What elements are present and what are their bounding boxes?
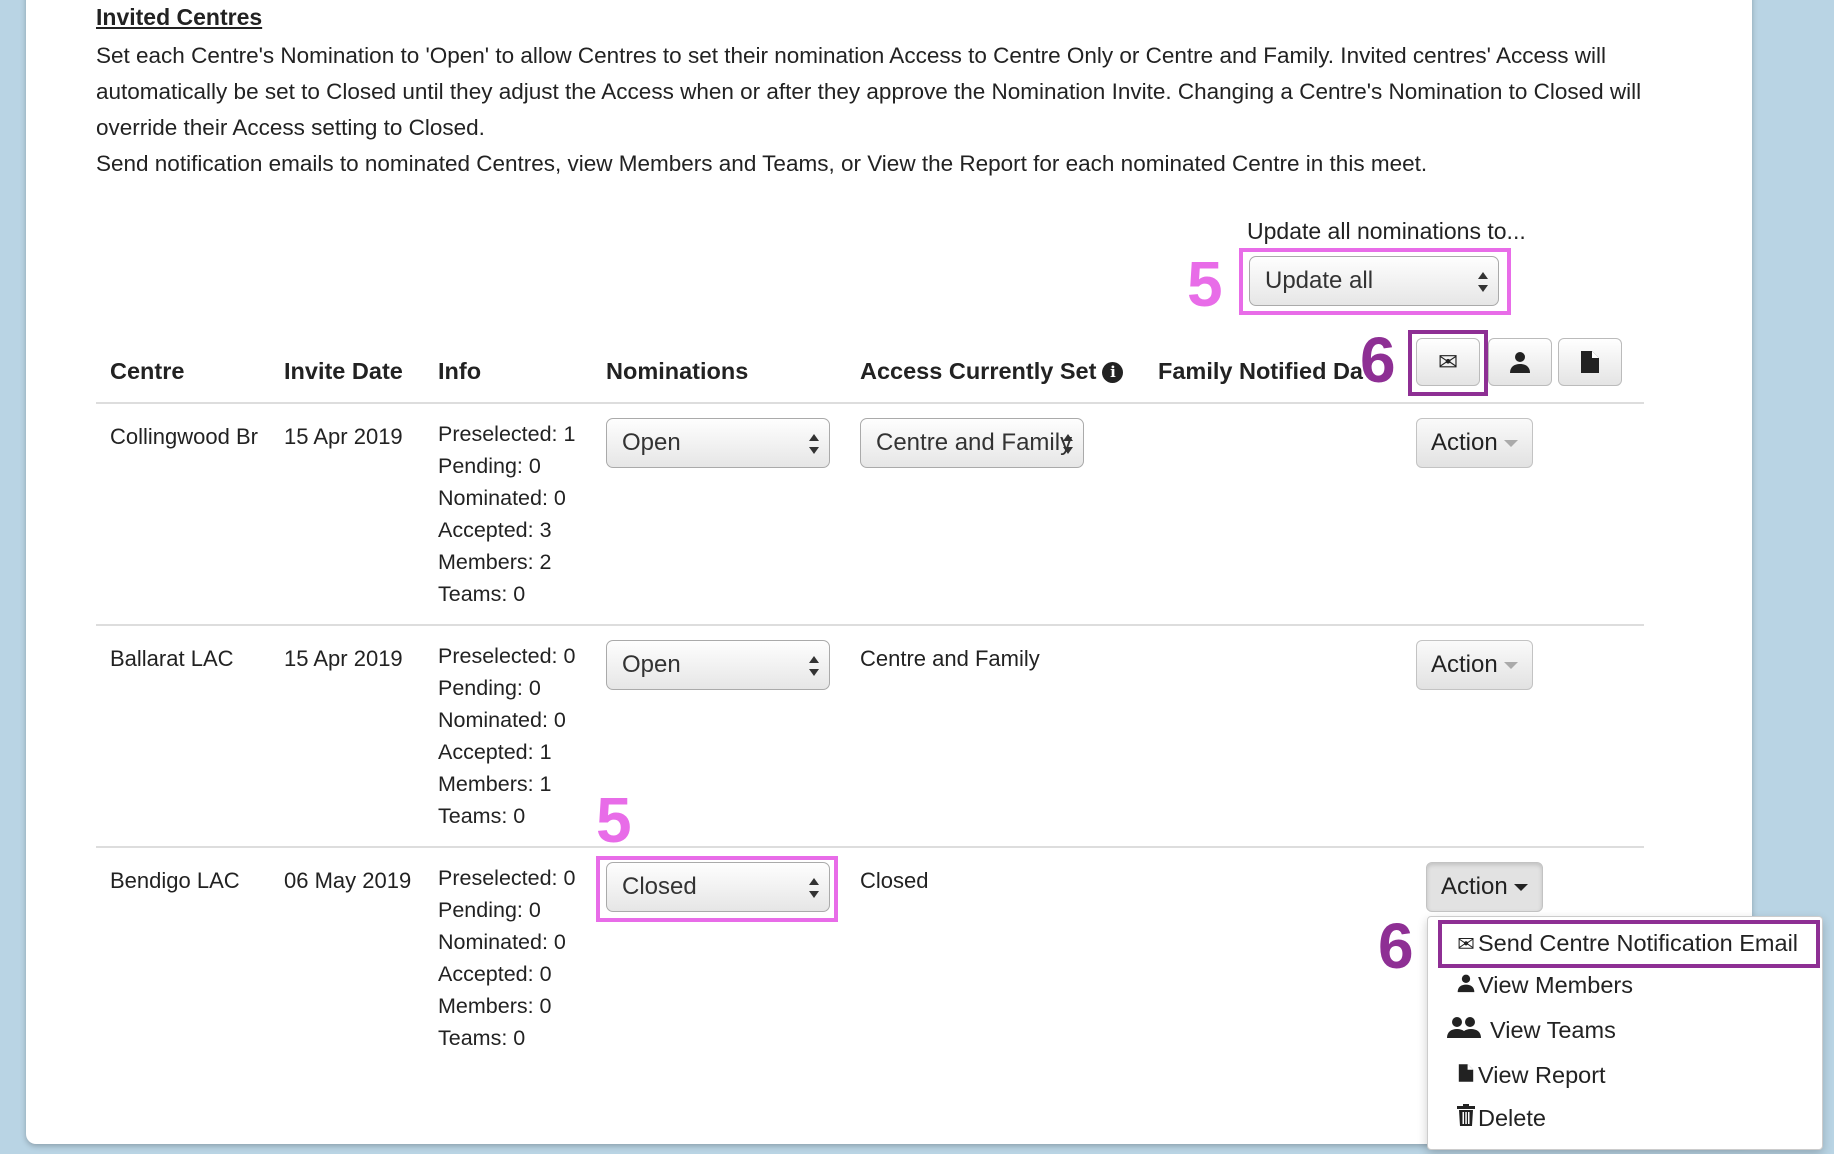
row-1-access-select[interactable]: Centre and Family — [860, 418, 1084, 468]
row-1-pending: Pending: 0 — [438, 454, 541, 478]
row-3-members: Members: 0 — [438, 994, 552, 1018]
row-1-info: Preselected: 1 Pending: 0 Nominated: 0 A… — [438, 418, 575, 610]
annotation-step-6-menu: 6 — [1378, 910, 1414, 982]
row-2-members: Members: 1 — [438, 772, 552, 796]
view-all-members-button[interactable] — [1488, 338, 1552, 386]
row-3-action-button[interactable]: Action — [1426, 862, 1543, 912]
row-3-accepted: Accepted: 0 — [438, 962, 552, 986]
row-2-centre: Ballarat LAC — [110, 646, 234, 671]
row-1-members: Members: 2 — [438, 550, 552, 574]
row-2-nominated: Nominated: 0 — [438, 708, 566, 732]
column-header-invite-date: Invite Date — [284, 358, 403, 384]
trash-icon — [1454, 1104, 1478, 1132]
row-1-preselected: Preselected: 1 — [438, 422, 576, 446]
row-2-preselected: Preselected: 0 — [438, 644, 576, 668]
row-3-pending: Pending: 0 — [438, 898, 541, 922]
file-icon — [1454, 1063, 1478, 1089]
row-2-action-label: Action — [1431, 651, 1498, 678]
row-2-nomination-select[interactable]: Open — [606, 640, 830, 690]
highlight-update-all — [1239, 248, 1511, 315]
row-2-access: Centre and Family — [860, 646, 1040, 671]
caret-down-icon — [1503, 440, 1518, 448]
row-3-access: Closed — [860, 868, 929, 893]
row-divider — [96, 846, 1644, 848]
row-1-teams: Teams: 0 — [438, 582, 526, 606]
menu-item-delete[interactable]: Delete — [1454, 1104, 1546, 1132]
select-arrows-icon — [809, 434, 819, 454]
row-2-action-button[interactable]: Action — [1416, 640, 1533, 690]
section-heading: Invited Centres — [96, 4, 263, 30]
row-3-teams: Teams: 0 — [438, 1026, 526, 1050]
column-header-centre: Centre — [110, 358, 185, 384]
menu-item-view-members[interactable]: View Members — [1454, 972, 1633, 999]
row-1-accepted: Accepted: 3 — [438, 518, 552, 542]
row-3-nominated: Nominated: 0 — [438, 930, 566, 954]
row-1-action-label: Action — [1431, 429, 1498, 456]
row-divider — [96, 624, 1644, 626]
menu-item-view-teams[interactable]: View Teams — [1442, 1016, 1616, 1044]
users-icon — [1442, 1016, 1486, 1044]
annotation-step-5-row: 5 — [596, 784, 632, 856]
highlight-send-email — [1438, 920, 1820, 968]
row-1-centre: Collingwood Br — [110, 424, 258, 449]
user-icon — [1510, 352, 1530, 373]
select-arrows-icon — [809, 656, 819, 676]
annotation-step-5: 5 — [1187, 248, 1223, 320]
row-3-action-label: Action — [1441, 873, 1508, 900]
column-header-info: Info — [438, 358, 482, 384]
select-arrows-icon — [1063, 434, 1073, 454]
row-2-pending: Pending: 0 — [438, 676, 541, 700]
column-header-access: Access Currently Set i — [860, 358, 1124, 385]
description-paragraph-1: Set each Centre's Nomination to 'Open' t… — [96, 43, 1642, 140]
menu-item-delete-label: Delete — [1478, 1105, 1546, 1131]
highlight-row-3-nomination — [596, 856, 838, 922]
access-header-label: Access Currently Set — [860, 358, 1097, 384]
description-paragraph-2: Send notification emails to nominated Ce… — [96, 151, 1428, 176]
section-description: Set each Centre's Nomination to 'Open' t… — [96, 38, 1656, 182]
row-1-action-button[interactable]: Action — [1416, 418, 1533, 468]
row-1-invite-date: 15 Apr 2019 — [284, 424, 403, 449]
row-1-access-value: Centre and Family — [876, 429, 1073, 456]
row-1-nominated: Nominated: 0 — [438, 486, 566, 510]
user-icon — [1454, 973, 1478, 999]
row-2-teams: Teams: 0 — [438, 804, 526, 828]
row-3-preselected: Preselected: 0 — [438, 866, 576, 890]
caret-down-icon — [1503, 662, 1518, 670]
view-all-reports-button[interactable] — [1558, 338, 1622, 386]
column-header-family-notified: Family Notified Da — [1158, 358, 1364, 384]
row-1-nomination-select[interactable]: Open — [606, 418, 830, 468]
caret-down-icon — [1513, 884, 1528, 892]
row-2-info: Preselected: 0 Pending: 0 Nominated: 0 A… — [438, 640, 575, 832]
file-icon — [1581, 351, 1599, 373]
menu-item-view-report-label: View Report — [1478, 1062, 1606, 1088]
row-1-nomination-value: Open — [622, 429, 681, 456]
row-3-centre: Bendigo LAC — [110, 868, 240, 893]
row-3-invite-date: 06 May 2019 — [284, 868, 412, 893]
menu-item-view-members-label: View Members — [1478, 972, 1633, 998]
row-3-info: Preselected: 0 Pending: 0 Nominated: 0 A… — [438, 862, 575, 1054]
table-divider — [96, 402, 1644, 404]
info-icon[interactable]: i — [1102, 362, 1124, 383]
column-header-nominations: Nominations — [606, 358, 749, 384]
menu-item-view-report[interactable]: View Report — [1454, 1062, 1606, 1089]
update-all-label: Update all nominations to... — [1247, 218, 1526, 244]
menu-item-view-teams-label: View Teams — [1490, 1017, 1616, 1043]
row-2-accepted: Accepted: 1 — [438, 740, 552, 764]
highlight-email-all — [1408, 330, 1488, 396]
row-2-invite-date: 15 Apr 2019 — [284, 646, 403, 671]
annotation-step-6-header: 6 — [1360, 324, 1396, 396]
row-2-nomination-value: Open — [622, 651, 681, 678]
